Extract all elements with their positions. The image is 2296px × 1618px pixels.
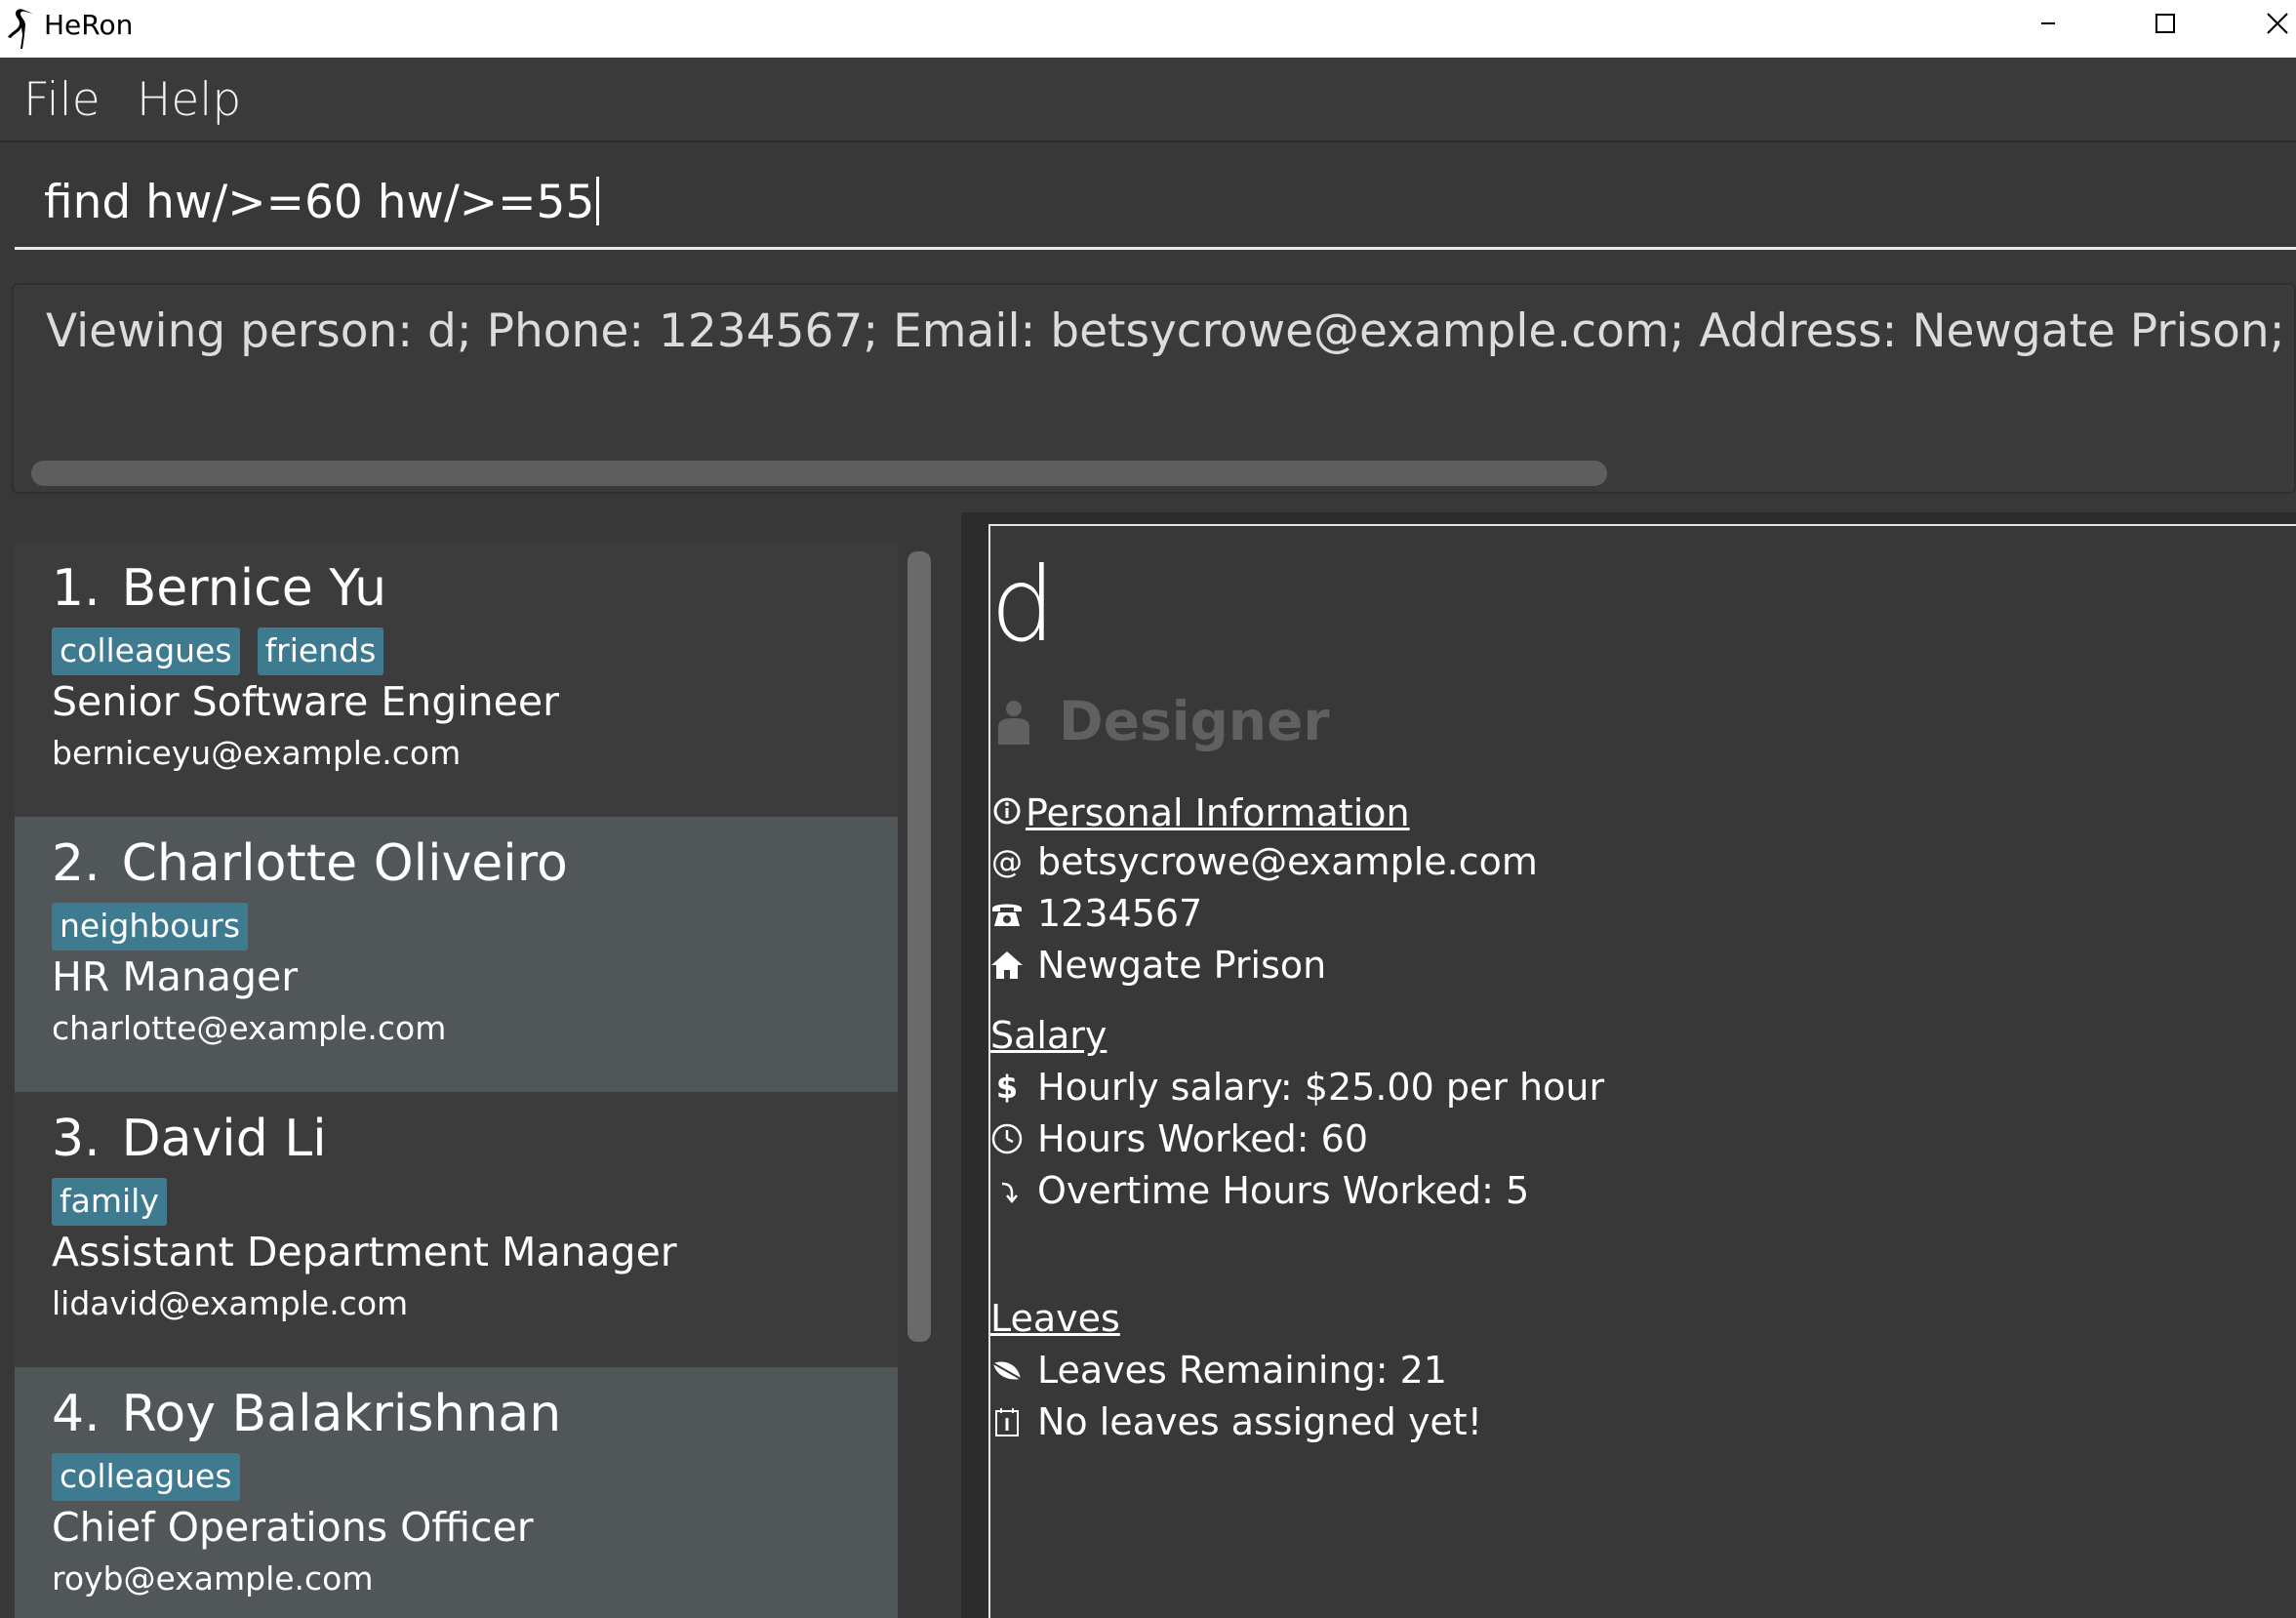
email-row: @ betsycrowe@example.com: [990, 840, 1538, 883]
command-text[interactable]: find hw/>=60 hw/>=55: [44, 176, 594, 229]
person-list-panel: 1. Bernice Yu colleagues friends Senior S…: [0, 512, 961, 1618]
detail-hours-worked: Hours Worked: 60: [1037, 1117, 1369, 1160]
tag: friends: [257, 627, 384, 675]
dollar-icon: $: [995, 1069, 1019, 1106]
window-title: HeRon: [44, 9, 134, 41]
result-horizontal-scrollbar[interactable]: [31, 461, 1607, 486]
heron-logo-icon: [8, 9, 33, 50]
detail-address: Newgate Prison: [1037, 944, 1327, 987]
at-icon: @: [991, 843, 1023, 880]
menu-file[interactable]: File: [23, 73, 101, 127]
person-name: Charlotte Oliveiro: [121, 834, 568, 893]
personal-info-title: Personal Information: [1026, 791, 1410, 834]
title-bar: HeRon: [0, 0, 2296, 58]
split-divider[interactable]: [961, 512, 988, 1618]
person-card[interactable]: 4. Roy Balakrishnan colleagues Chief Oper…: [15, 1367, 898, 1618]
tag: colleagues: [52, 1453, 240, 1501]
detail-overtime: Overtime Hours Worked: 5: [1037, 1169, 1530, 1212]
close-icon[interactable]: [2223, 0, 2296, 58]
hours-worked-row: Hours Worked: 60: [990, 1117, 1368, 1160]
tag-list: neighbours: [52, 903, 249, 951]
no-leaves-row: No leaves assigned yet!: [990, 1400, 1482, 1443]
person-role: Senior Software Engineer: [52, 678, 559, 725]
person-index: 1.: [52, 559, 101, 618]
overtime-row: Overtime Hours Worked: 5: [990, 1169, 1529, 1212]
detail-role: Designer: [1059, 690, 1330, 752]
text-caret: [596, 177, 600, 225]
person-icon: [998, 701, 1029, 745]
phone-row: 1234567: [990, 892, 1202, 935]
person-email: royb@example.com: [52, 1559, 374, 1598]
leaves-remaining-row: Leaves Remaining: 21: [990, 1349, 1447, 1392]
command-input[interactable]: find hw/>=60 hw/>=55: [15, 156, 2296, 250]
person-index: 4.: [52, 1385, 101, 1443]
maximize-icon[interactable]: [2111, 0, 2218, 58]
menu-bar: File Help: [0, 58, 2296, 142]
salary-title: Salary: [990, 1014, 1108, 1057]
calendar-icon: [990, 1405, 1024, 1438]
list-vertical-scrollbar[interactable]: [907, 551, 931, 1342]
telephone-icon: [990, 897, 1024, 930]
detail-phone: 1234567: [1037, 892, 1203, 935]
person-card[interactable]: 2. Charlotte Oliveiro neighbours HR Manag…: [15, 817, 898, 1092]
leaves-title: Leaves: [990, 1297, 1120, 1340]
result-display[interactable]: Viewing person: d; Phone: 1234567; Email…: [12, 283, 2296, 494]
person-name: Roy Balakrishnan: [121, 1385, 562, 1443]
person-role: Assistant Department Manager: [52, 1229, 677, 1275]
clock-icon: [990, 1122, 1024, 1155]
detail-hourly-salary: Hourly salary: $25.00 per hour: [1037, 1066, 1605, 1109]
minimize-icon[interactable]: [1998, 0, 2106, 58]
person-card[interactable]: 3. David Li family Assistant Department M…: [15, 1092, 898, 1367]
house-icon: [990, 949, 1024, 982]
person-card[interactable]: 1. Bernice Yu colleagues friends Senior S…: [15, 542, 898, 817]
person-detail-panel: d Designer Personal Information @ betsyc…: [988, 524, 2296, 1618]
info-circle-icon: [990, 792, 1021, 826]
person-list: 1. Bernice Yu colleagues friends Senior S…: [15, 542, 898, 1618]
overtime-arrow-icon: [990, 1174, 1024, 1207]
detail-name: d: [990, 546, 1056, 665]
main-content: 1. Bernice Yu colleagues friends Senior S…: [0, 512, 2296, 1618]
person-role: HR Manager: [52, 953, 299, 1000]
tag: neighbours: [52, 903, 249, 951]
result-text: Viewing person: d; Phone: 1234567; Email…: [46, 304, 2294, 358]
hourly-salary-row: $ Hourly salary: $25.00 per hour: [990, 1066, 1604, 1109]
person-email: berniceyu@example.com: [52, 734, 462, 772]
person-email: lidavid@example.com: [52, 1284, 409, 1322]
person-index: 2.: [52, 834, 101, 893]
tag-list: family: [52, 1178, 167, 1226]
tag-list: colleagues friends: [52, 627, 384, 675]
tag: colleagues: [52, 627, 240, 675]
detail-email: betsycrowe@example.com: [1037, 840, 1538, 883]
tag-list: colleagues: [52, 1453, 240, 1501]
leaf-icon: [990, 1354, 1024, 1387]
tag: family: [52, 1178, 167, 1226]
address-row: Newgate Prison: [990, 944, 1326, 987]
person-name: Bernice Yu: [121, 559, 387, 618]
person-role: Chief Operations Officer: [52, 1504, 534, 1551]
detail-no-leaves: No leaves assigned yet!: [1037, 1400, 1482, 1443]
detail-leaves-remaining: Leaves Remaining: 21: [1037, 1349, 1447, 1392]
person-index: 3.: [52, 1110, 101, 1168]
menu-help[interactable]: Help: [137, 73, 241, 127]
person-name: David Li: [121, 1110, 327, 1168]
person-email: charlotte@example.com: [52, 1009, 447, 1047]
